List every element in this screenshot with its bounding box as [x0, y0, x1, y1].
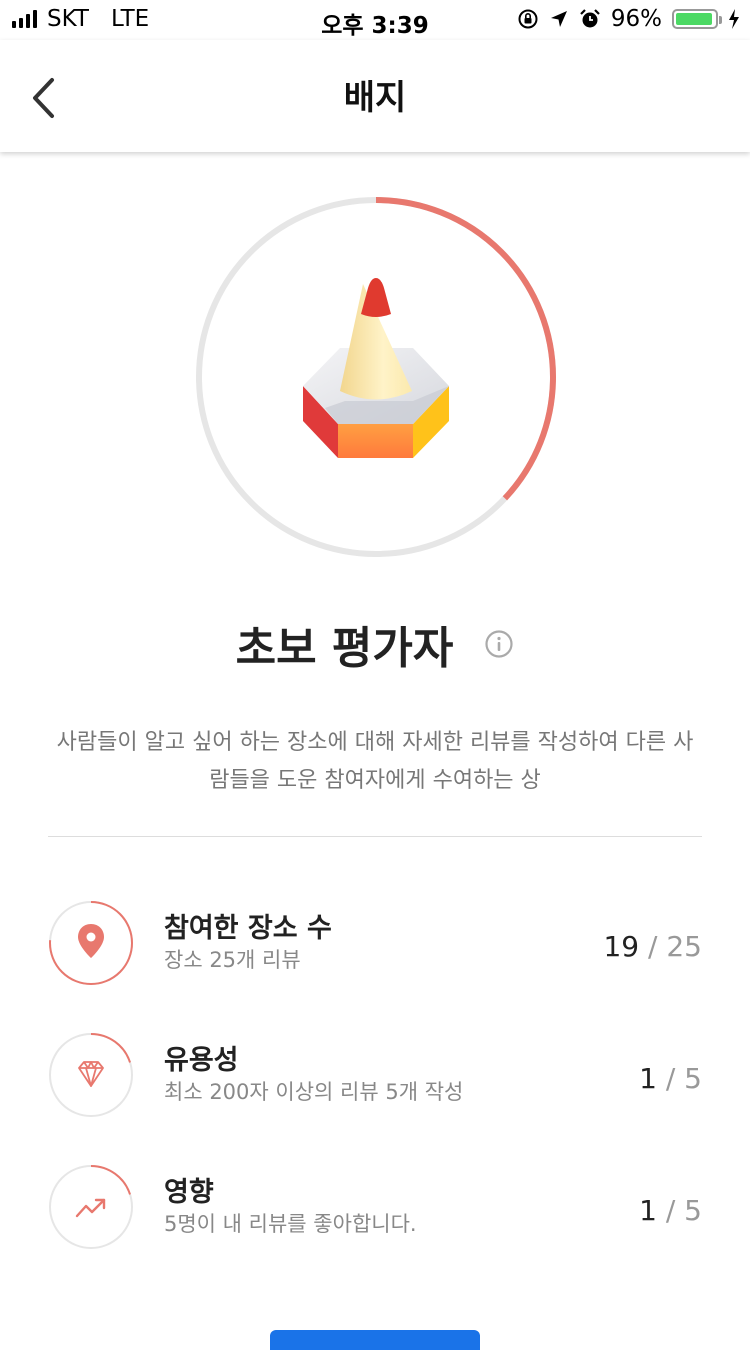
requirement-subtitle: 장소 25개 리뷰 — [164, 948, 301, 972]
requirement-current: 19 — [603, 930, 640, 963]
requirement-separator: / — [648, 930, 658, 963]
trending-up-icon — [75, 1198, 106, 1218]
requirement-title: 영향 — [164, 1177, 214, 1208]
location-arrow-icon — [550, 11, 567, 27]
requirement-separator: / — [665, 1062, 676, 1095]
requirement-row-impact: 영향 5명이 내 리뷰를 좋아합니다. 1 / 5 — [48, 1164, 702, 1254]
requirement-progress-ring — [49, 901, 133, 985]
requirement-row-places: 참여한 장소 수 장소 25개 리뷰 19 / 25 — [48, 900, 702, 990]
requirement-row-helpfulness: 유용성 최소 200자 이상의 리뷰 5개 작성 1 / 5 — [48, 1032, 702, 1122]
requirement-count: 19 / 25 — [603, 930, 702, 963]
status-right: 96% — [517, 6, 740, 32]
page-title: 배지 — [343, 78, 407, 118]
badge-progress-ring — [196, 197, 556, 557]
pencil-hexagon-badge — [303, 278, 449, 458]
orientation-lock-icon — [518, 9, 538, 29]
badge-name: 초보 평가자 — [235, 623, 454, 674]
map-pin-icon — [78, 924, 104, 958]
requirement-total: 5 — [684, 1062, 702, 1095]
requirement-title: 참여한 장소 수 — [164, 913, 332, 944]
requirement-total: 5 — [684, 1194, 702, 1227]
status-bar: SKT LTE 오후 3:39 96% — [0, 0, 750, 40]
requirement-current: 1 — [639, 1194, 657, 1227]
requirement-title: 유용성 — [164, 1045, 239, 1076]
badge-title-row: 초보 평가자 — [0, 612, 750, 676]
bottom-action-button[interactable] — [270, 1330, 480, 1350]
divider — [48, 836, 702, 837]
charging-bolt-icon — [729, 9, 739, 29]
diamond-icon — [78, 1061, 104, 1087]
badge-description: 사람들이 알고 싶어 하는 장소에 대해 자세한 리뷰를 작성하여 다른 사람들… — [56, 730, 694, 793]
requirement-progress-ring — [49, 1033, 133, 1117]
battery-percent: 96% — [610, 6, 662, 32]
nav-bar: 배지 — [0, 40, 750, 152]
requirement-separator: / — [665, 1194, 676, 1227]
requirement-total: 25 — [666, 930, 702, 963]
alarm-icon — [580, 9, 600, 28]
requirement-count: 1 / 5 — [639, 1194, 702, 1227]
requirement-subtitle: 최소 200자 이상의 리뷰 5개 작성 — [164, 1080, 464, 1104]
battery-icon — [672, 9, 722, 29]
requirement-subtitle: 5명이 내 리뷰를 좋아합니다. — [164, 1212, 417, 1236]
requirement-count: 1 / 5 — [639, 1062, 702, 1095]
requirement-progress-ring — [49, 1165, 133, 1249]
info-icon[interactable] — [484, 629, 514, 659]
requirement-current: 1 — [639, 1062, 657, 1095]
battery-level — [676, 13, 713, 25]
